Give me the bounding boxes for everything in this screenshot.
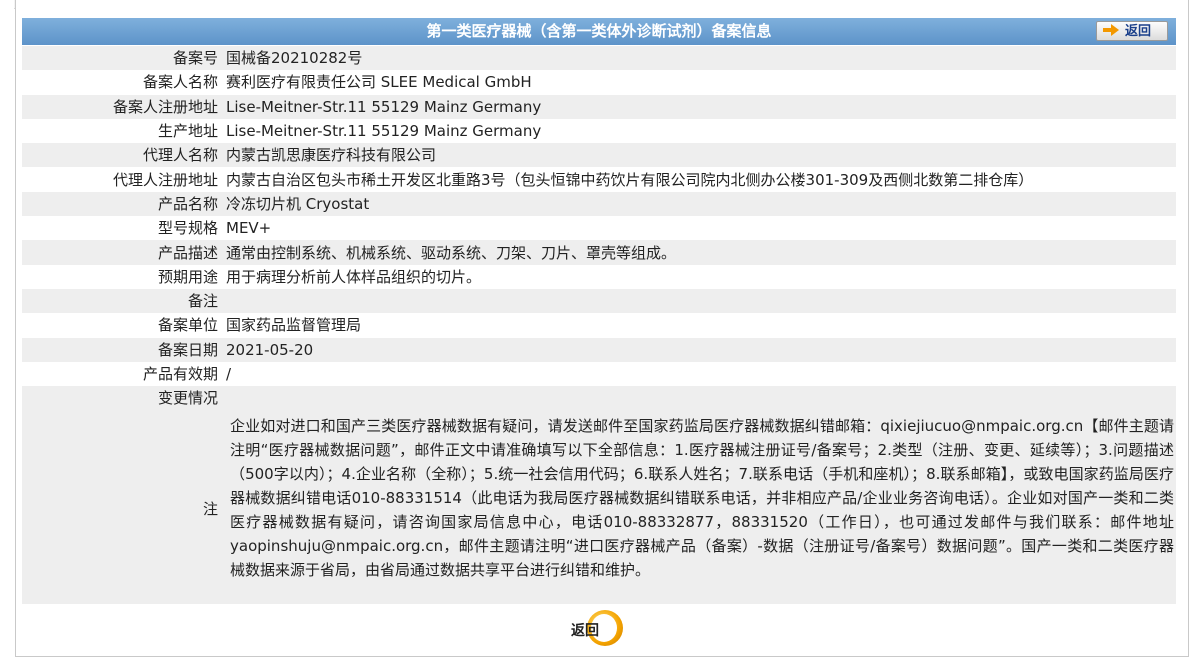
table-row: 代理人名称 内蒙古凯思康医疗科技有限公司 bbox=[22, 143, 1176, 168]
row-label: 备案号 bbox=[22, 46, 226, 71]
note-row: 注 企业如对进口和国产三类医疗器械数据有疑问，请发送邮件至国家药监局医疗器械数据… bbox=[22, 412, 1176, 604]
page-title: 第一类医疗器械（含第一类体外诊断试剂）备案信息 bbox=[426, 22, 772, 40]
row-value: 国家药品监督管理局 bbox=[226, 313, 1176, 338]
row-value: 冷冻切片机 Cryostat bbox=[226, 191, 1176, 217]
table-row: 生产地址 Lise-Meitner-Str.11 55129 Mainz Germ… bbox=[22, 118, 1176, 144]
table-row: 备案号 国械备20210282号 bbox=[22, 46, 1176, 71]
row-value: Lise-Meitner-Str.11 55129 Mainz Germany bbox=[226, 118, 1176, 144]
record-header: 第一类医疗器械（含第一类体外诊断试剂）备案信息 返回 bbox=[22, 18, 1176, 45]
row-label: 备案单位 bbox=[22, 313, 226, 338]
row-value: 用于病理分析前人体样品组织的切片。 bbox=[226, 264, 1176, 289]
row-value: / bbox=[226, 361, 1176, 387]
back-button-top-label: 返回 bbox=[1125, 24, 1152, 39]
row-label: 产品名称 bbox=[22, 191, 226, 217]
table-row: 备注 bbox=[22, 288, 1176, 314]
row-label: 代理人注册地址 bbox=[22, 167, 226, 192]
row-value: 内蒙古自治区包头市稀土开发区北重路3号（包头恒锦中药饮片有限公司院内北侧办公楼3… bbox=[226, 167, 1176, 192]
row-label: 产品描述 bbox=[22, 240, 226, 265]
table-row: 备案单位 国家药品监督管理局 bbox=[22, 313, 1176, 338]
note-text: 企业如对进口和国产三类医疗器械数据有疑问，请发送邮件至国家药监局医疗器械数据纠错… bbox=[230, 417, 1174, 579]
row-value bbox=[226, 288, 1176, 314]
row-value: 赛利医疗有限责任公司 SLEE Medical GmbH bbox=[226, 70, 1176, 95]
row-label: 生产地址 bbox=[22, 118, 226, 144]
table-row: 代理人注册地址 内蒙古自治区包头市稀土开发区北重路3号（包头恒锦中药饮片有限公司院… bbox=[22, 167, 1176, 192]
row-label: 变更情况 bbox=[22, 386, 226, 415]
row-label: 型号规格 bbox=[22, 216, 226, 241]
record-table: 备案号 国械备20210282号 备案人名称 赛利医疗有限责任公司 SLEE Med… bbox=[22, 46, 1176, 415]
back-button-top[interactable]: 返回 bbox=[1096, 21, 1168, 41]
row-label: 产品有效期 bbox=[22, 361, 226, 387]
row-label: 备案日期 bbox=[22, 337, 226, 362]
row-label: 备注 bbox=[22, 288, 226, 314]
row-label: 预期用途 bbox=[22, 264, 226, 289]
table-row: 预期用途 用于病理分析前人体样品组织的切片。 bbox=[22, 264, 1176, 289]
row-value: 内蒙古凯思康医疗科技有限公司 bbox=[226, 143, 1176, 168]
row-value: 国械备20210282号 bbox=[226, 46, 1176, 71]
row-label: 备案人注册地址 bbox=[22, 94, 226, 119]
row-label: 备案人名称 bbox=[22, 70, 226, 95]
back-button-bottom-label: 返回 bbox=[571, 623, 599, 639]
back-button-bottom[interactable]: 返回 bbox=[569, 610, 629, 646]
arrow-right-icon bbox=[1103, 24, 1119, 36]
table-row: 产品描述 通常由控制系统、机械系统、驱动系统、刀架、刀片、罩壳等组成。 bbox=[22, 240, 1176, 265]
table-row: 备案人名称 赛利医疗有限责任公司 SLEE Medical GmbH bbox=[22, 70, 1176, 95]
row-value: 通常由控制系统、机械系统、驱动系统、刀架、刀片、罩壳等组成。 bbox=[226, 240, 1176, 265]
table-row: 型号规格 MEV+ bbox=[22, 216, 1176, 241]
row-label: 代理人名称 bbox=[22, 143, 226, 168]
table-row: 变更情况 bbox=[22, 386, 1176, 415]
table-row: 备案人注册地址 Lise-Meitner-Str.11 55129 Mainz G… bbox=[22, 94, 1176, 119]
note-label: 注 bbox=[202, 500, 218, 518]
row-value: MEV+ bbox=[226, 216, 1176, 241]
row-value: 2021-05-20 bbox=[226, 337, 1176, 362]
row-value bbox=[226, 386, 1176, 415]
row-value: Lise-Meitner-Str.11 55129 Mainz Germany bbox=[226, 94, 1176, 119]
table-row: 备案日期 2021-05-20 bbox=[22, 337, 1176, 362]
table-row: 产品有效期 / bbox=[22, 361, 1176, 387]
table-row: 产品名称 冷冻切片机 Cryostat bbox=[22, 191, 1176, 217]
